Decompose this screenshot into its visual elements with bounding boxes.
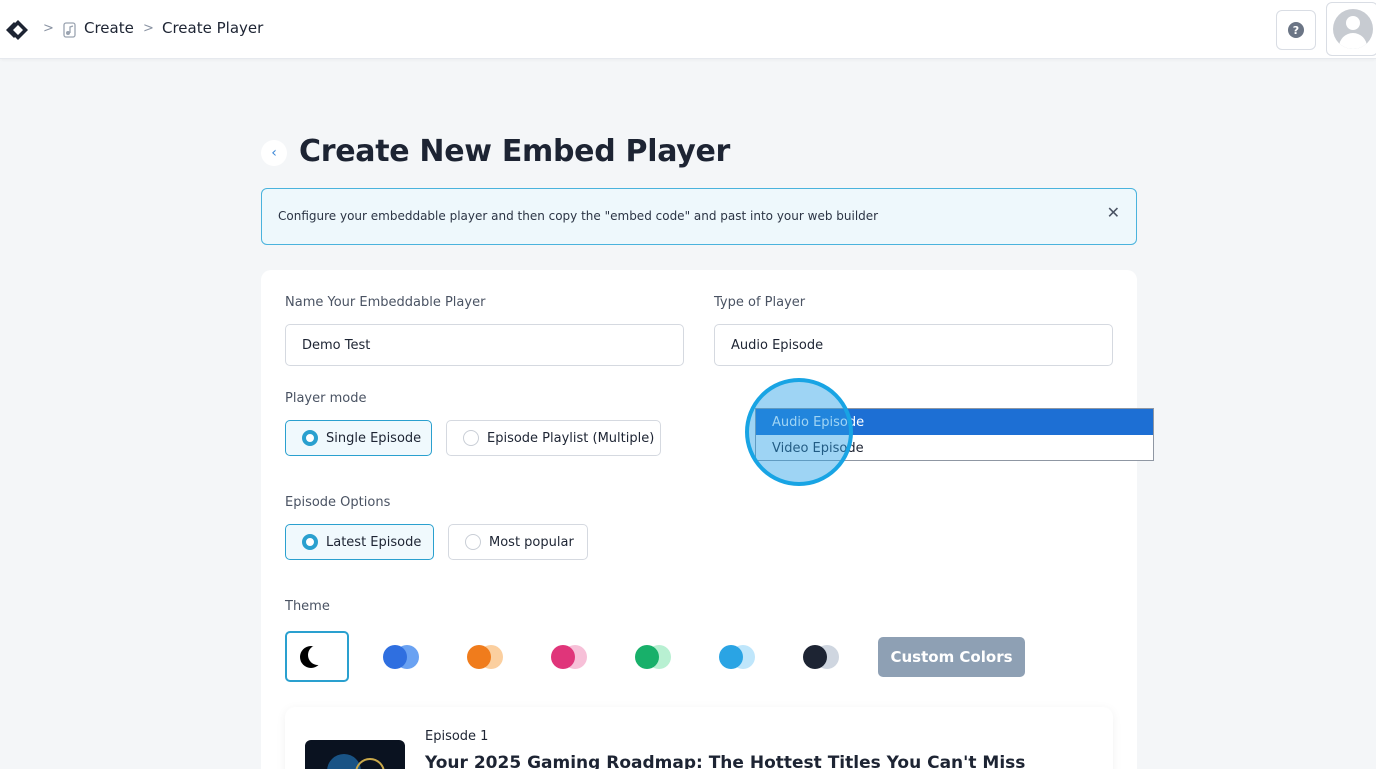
breadcrumb-create-player: Create Player [162, 19, 264, 37]
page-title: Create New Embed Player [299, 134, 731, 169]
app-logo-icon[interactable] [6, 18, 30, 42]
episode-preview: Episode 1 Your 2025 Gaming Roadmap: The … [285, 707, 1113, 769]
chevron-right-icon: > [143, 21, 154, 36]
music-file-icon [63, 22, 76, 38]
most-popular-label: Most popular [489, 534, 574, 550]
type-label: Type of Player [714, 295, 806, 310]
alert-text: Configure your embeddable player and the… [278, 209, 879, 223]
custom-colors-button[interactable]: Custom Colors [878, 637, 1025, 677]
episode-title: Your 2025 Gaming Roadmap: The Hottest Ti… [425, 753, 1026, 769]
latest-episode-option[interactable]: Latest Episode [285, 524, 434, 560]
theme-swatch-orange[interactable] [453, 631, 517, 682]
player-config-card: Name Your Embeddable Player Demo Test Ty… [261, 270, 1137, 769]
radio-empty-icon [465, 534, 481, 550]
episode-number: Episode 1 [425, 729, 489, 744]
episode-options-label: Episode Options [285, 495, 391, 510]
back-button[interactable]: ‹ [261, 140, 287, 166]
player-mode-label: Player mode [285, 391, 367, 406]
moon-icon [300, 645, 323, 668]
theme-swatch-slate[interactable] [789, 631, 853, 682]
episode-thumbnail [305, 740, 405, 769]
player-name-input[interactable]: Demo Test [285, 324, 684, 366]
chevron-right-icon: > [43, 21, 54, 36]
question-circle-icon: ? [1288, 22, 1304, 38]
player-type-select[interactable]: Audio Episode [714, 324, 1113, 366]
radio-selected-icon [302, 430, 318, 446]
radio-empty-icon [463, 430, 479, 446]
info-alert: Configure your embeddable player and the… [261, 188, 1137, 245]
radio-selected-icon [302, 534, 318, 550]
theme-swatch-green[interactable] [621, 631, 685, 682]
theme-label: Theme [285, 599, 330, 614]
episode-playlist-option[interactable]: Episode Playlist (Multiple) [446, 420, 661, 456]
single-episode-option[interactable]: Single Episode [285, 420, 432, 456]
click-indicator [745, 378, 853, 486]
latest-episode-label: Latest Episode [326, 534, 422, 550]
theme-swatch-blue[interactable] [369, 631, 433, 682]
name-label: Name Your Embeddable Player [285, 295, 486, 310]
single-episode-label: Single Episode [326, 430, 422, 446]
most-popular-option[interactable]: Most popular [448, 524, 588, 560]
close-icon[interactable]: ✕ [1107, 203, 1120, 222]
help-button[interactable]: ? [1276, 10, 1316, 50]
top-bar: > Create > Create Player ? [0, 0, 1376, 59]
theme-swatch-dark[interactable] [285, 631, 349, 682]
theme-swatch-sky[interactable] [705, 631, 769, 682]
episode-playlist-label: Episode Playlist (Multiple) [487, 430, 655, 446]
user-menu-button[interactable] [1326, 2, 1376, 56]
user-avatar-icon [1333, 9, 1373, 49]
breadcrumb-create[interactable]: Create [84, 19, 134, 37]
theme-swatch-pink[interactable] [537, 631, 601, 682]
